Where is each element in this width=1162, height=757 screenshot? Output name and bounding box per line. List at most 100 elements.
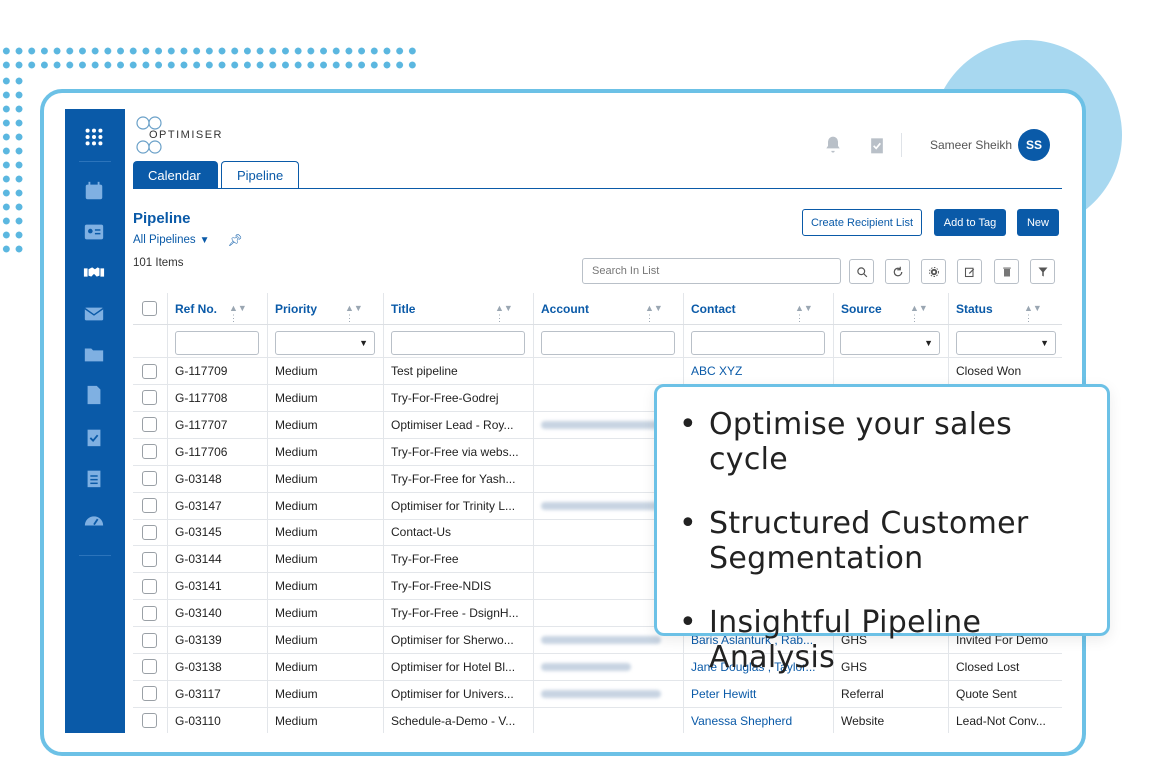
row-checkbox[interactable]: [142, 471, 157, 487]
cell-title: Optimiser for Hotel Bl...: [391, 659, 516, 674]
cell-source: Referral: [841, 686, 884, 701]
row-checkbox-cell[interactable]: [133, 439, 167, 465]
row-checkbox[interactable]: [142, 713, 157, 729]
avatar[interactable]: SS: [1018, 129, 1050, 161]
tab-calendar[interactable]: Calendar: [133, 161, 218, 189]
cell-priority: Medium: [275, 471, 318, 486]
edit-icon[interactable]: [957, 259, 982, 284]
row-checkbox[interactable]: [142, 578, 157, 594]
row-checkbox-cell[interactable]: [133, 600, 167, 626]
row-checkbox-cell[interactable]: [133, 466, 167, 492]
create-recipient-list-button[interactable]: Create Recipient List: [802, 209, 922, 236]
row-checkbox-cell[interactable]: [133, 358, 167, 384]
row-checkbox[interactable]: [142, 524, 157, 540]
filter-account-input[interactable]: [541, 331, 675, 355]
grid-apps-icon[interactable]: [81, 125, 107, 149]
row-checkbox-cell[interactable]: [133, 627, 167, 653]
filter-ref-input[interactable]: [175, 331, 259, 355]
rail-divider: [79, 555, 111, 556]
select-all-checkbox[interactable]: [142, 301, 157, 316]
search-input[interactable]: Search In List: [582, 258, 841, 284]
item-count: 101 Items: [133, 257, 184, 269]
trash-icon[interactable]: [994, 259, 1019, 284]
table-row[interactable]: G-03117 Medium Optimiser for Univers... Uni…: [133, 680, 1062, 708]
filter-status-select[interactable]: ▼: [956, 331, 1056, 355]
filter-icon[interactable]: [1030, 259, 1055, 284]
folder-icon[interactable]: [81, 342, 107, 366]
redacted-account-name: Trinity Lutheran Col...: [541, 501, 661, 510]
tab-pipeline[interactable]: Pipeline: [221, 161, 299, 189]
decor-dots-vertical: [0, 74, 26, 254]
row-checkbox[interactable]: [142, 417, 157, 433]
row-checkbox-cell[interactable]: [133, 519, 167, 545]
cell-account: [533, 708, 683, 733]
row-checkbox[interactable]: [142, 444, 157, 460]
cell-contact[interactable]: ABC XYZ: [683, 358, 833, 384]
table-row[interactable]: G-117709 Medium Test pipeline ABC XYZ Closed…: [133, 358, 1062, 385]
cell-ref: G-117707: [175, 417, 228, 432]
filter-priority-select[interactable]: ▼: [275, 331, 375, 355]
caret-down-icon[interactable]: ▼: [200, 235, 210, 246]
pin-icon[interactable]: 📌︎: [228, 233, 243, 247]
mail-icon[interactable]: [81, 302, 107, 326]
row-checkbox[interactable]: [142, 390, 157, 406]
row-checkbox-cell[interactable]: [133, 654, 167, 680]
calendar-icon[interactable]: [81, 179, 107, 203]
dashboard-gauge-icon[interactable]: [81, 508, 107, 532]
marketing-stage: OPTIMISER Sameer Sheikh SS Calendar Pipe…: [0, 0, 1162, 757]
column-header-ref[interactable]: Ref No.: [167, 293, 267, 324]
cell-priority: Medium: [275, 633, 318, 647]
row-checkbox-cell[interactable]: [133, 385, 167, 411]
filter-title-input[interactable]: [391, 331, 525, 355]
feature-callout-card: Optimise your sales cycle Structured Cus…: [654, 384, 1110, 675]
user-name[interactable]: Sameer Sheikh: [930, 138, 1012, 152]
view-selector-label[interactable]: All Pipelines: [133, 234, 196, 246]
row-checkbox-cell[interactable]: [133, 573, 167, 599]
row-checkbox-cell[interactable]: [133, 493, 167, 519]
refresh-icon[interactable]: [885, 259, 910, 284]
select-all-checkbox-cell[interactable]: [133, 293, 167, 324]
sort-icon[interactable]: ▲▼ ⋮: [229, 303, 251, 323]
sort-icon[interactable]: ▲▼ ⋮: [910, 303, 932, 323]
document-icon[interactable]: [81, 383, 107, 407]
row-checkbox[interactable]: [142, 686, 157, 702]
task-check-icon[interactable]: [867, 135, 887, 155]
row-checkbox-cell[interactable]: [133, 681, 167, 707]
gear-icon[interactable]: [921, 259, 946, 284]
row-checkbox[interactable]: [142, 605, 157, 621]
cell-contact[interactable]: Peter Hewitt: [683, 681, 833, 707]
add-to-tag-button[interactable]: Add to Tag: [934, 209, 1006, 236]
row-checkbox[interactable]: [142, 498, 157, 513]
cell-source: [833, 358, 948, 384]
filter-contact-input[interactable]: [691, 331, 825, 355]
row-checkbox[interactable]: [142, 632, 157, 648]
search-icon[interactable]: [849, 259, 874, 284]
filter-source-select[interactable]: ▼: [840, 331, 940, 355]
sort-icon[interactable]: ▲▼ ⋮: [645, 303, 667, 323]
cell-ref: G-03147: [175, 498, 222, 513]
view-selector[interactable]: All Pipelines ▼ 📌︎: [133, 233, 243, 247]
row-checkbox-cell[interactable]: [133, 708, 167, 733]
sort-icon[interactable]: ▲▼ ⋮: [795, 303, 817, 323]
sort-icon[interactable]: ▲▼ ⋮: [1024, 303, 1046, 323]
contact-card-icon[interactable]: [81, 220, 107, 244]
sort-icon[interactable]: ▲▼ ⋮: [495, 303, 517, 323]
row-checkbox-cell[interactable]: [133, 546, 167, 572]
row-checkbox-cell[interactable]: [133, 412, 167, 438]
checklist-icon[interactable]: [81, 425, 107, 449]
sort-icon[interactable]: ▲▼ ⋮: [345, 303, 367, 323]
new-button[interactable]: New: [1017, 209, 1059, 236]
row-checkbox[interactable]: [142, 659, 157, 675]
cell-ref: G-03148: [175, 471, 222, 486]
clipboard-icon[interactable]: [81, 466, 107, 490]
handshake-icon[interactable]: [81, 260, 107, 284]
cell-contact[interactable]: Vanessa Shepherd: [683, 708, 833, 733]
header-divider: [901, 133, 902, 157]
bell-icon[interactable]: [823, 135, 843, 155]
table-row[interactable]: G-03110 Medium Schedule-a-Demo - V... Vanes…: [133, 707, 1062, 733]
row-checkbox[interactable]: [142, 551, 157, 567]
table-header-row: Ref No. ▲▼ ⋮ Priority ▲▼ ⋮ Title ▲▼ ⋮ Ac…: [133, 293, 1062, 325]
decor-dots-horizontal: [0, 44, 418, 74]
cell-ref: G-03141: [175, 579, 222, 594]
row-checkbox[interactable]: [142, 363, 157, 379]
